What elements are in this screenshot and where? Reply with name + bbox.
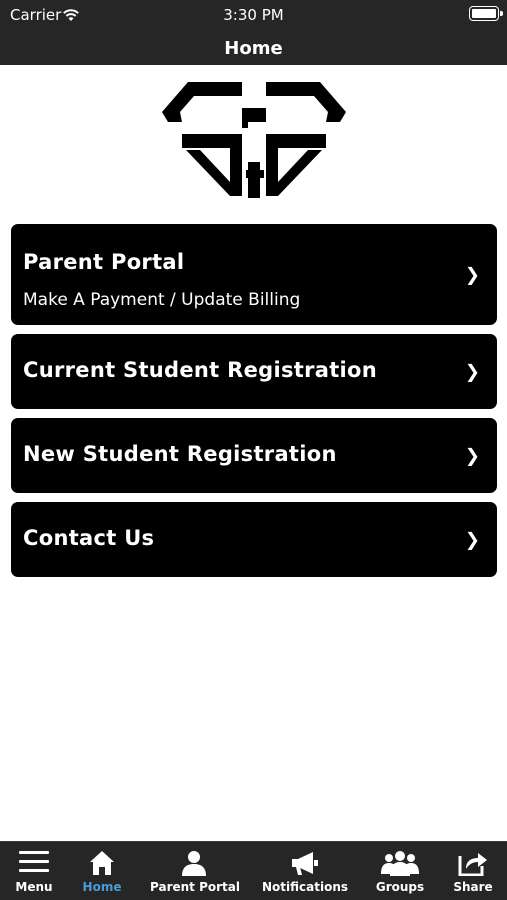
tab-groups[interactable]: Groups [372,842,428,900]
contact-us-button[interactable]: Contact Us ❯ [11,502,497,577]
person-icon [181,850,207,880]
navigation-bar: Home [0,32,507,65]
tab-label: Groups [375,880,425,894]
tab-label: Parent Portal [150,880,240,894]
share-icon [458,850,488,880]
tab-home[interactable]: Home [76,842,128,900]
menu-item-label: Parent Portal [23,250,185,274]
tab-parent-portal[interactable]: Parent Portal [150,842,240,900]
school-logo [160,78,348,200]
status-time: 3:30 PM [223,6,284,24]
menu-list: Parent Portal Make A Payment / Update Bi… [11,224,497,586]
parent-portal-button[interactable]: Parent Portal Make A Payment / Update Bi… [11,224,497,325]
tab-label: Share [453,880,493,894]
battery-icon [469,6,503,21]
current-student-registration-button[interactable]: Current Student Registration ❯ [11,334,497,409]
menu-item-sublabel: Make A Payment / Update Billing [23,290,301,310]
hamburger-menu-icon [19,850,49,878]
tab-label: Home [82,880,122,894]
chevron-right-icon: ❯ [464,264,480,285]
megaphone-icon [291,850,319,880]
tab-bar: Menu Home Parent Portal Notifications Gr… [0,841,507,900]
menu-item-label: New Student Registration [23,442,337,466]
group-icon [380,850,420,880]
chevron-right-icon: ❯ [464,529,480,550]
status-bar: Carrier 3:30 PM [0,0,507,32]
chevron-right-icon: ❯ [464,445,480,466]
page-title: Home [224,38,283,59]
home-icon [89,850,115,880]
tab-menu[interactable]: Menu [6,842,62,900]
chevron-right-icon: ❯ [464,361,480,382]
new-student-registration-button[interactable]: New Student Registration ❯ [11,418,497,493]
tab-label: Notifications [262,880,349,894]
tab-notifications[interactable]: Notifications [262,842,348,900]
tab-label: Menu [15,880,53,894]
menu-item-label: Current Student Registration [23,358,378,382]
tab-share[interactable]: Share [450,842,496,900]
menu-item-label: Contact Us [23,526,155,550]
